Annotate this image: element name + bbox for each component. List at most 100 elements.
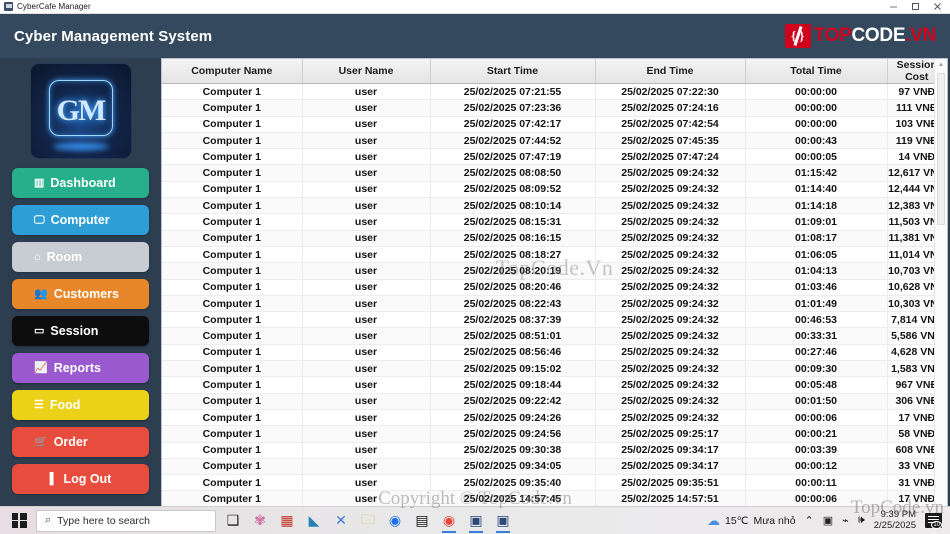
onedrive-icon[interactable]: ▣ [823, 514, 833, 527]
weather-description: Mưa nhỏ [753, 514, 796, 527]
table-row[interactable]: Computer 1 user 25/02/2025 08:56:46 25/02/2… [162, 344, 947, 362]
sidebar-item-food[interactable]: ☰ Food [12, 390, 149, 420]
table-row[interactable]: Computer 1 user 25/02/2025 08:10:14 25/02/2… [162, 197, 947, 215]
table-cell: 01:08:17 [745, 230, 888, 247]
table-row[interactable]: Computer 1 user 25/02/2025 08:20:19 25/02/2… [162, 262, 947, 280]
sessions-panel: Computer Name User Name Start Time End Time… [161, 58, 948, 520]
column-header-end-time[interactable]: End Time [595, 59, 746, 84]
table-cell: 00:00:43 [745, 132, 888, 150]
search-input[interactable]: ⌕ Type here to search [36, 509, 216, 532]
tray-expand-icon[interactable]: ⌃ [805, 514, 814, 527]
table-row[interactable]: Computer 1 user 25/02/2025 14:57:45 25/02/2… [162, 490, 947, 508]
table-cell: 25/02/2025 08:22:43 [430, 295, 596, 313]
column-header-computer-name[interactable]: Computer Name [162, 59, 303, 84]
brand-top: TOP [813, 25, 852, 46]
table-cell: 25/02/2025 07:47:24 [595, 148, 746, 166]
task-view-icon[interactable]: ❑ [222, 509, 244, 533]
table-row[interactable]: Computer 1 user 25/02/2025 08:16:15 25/02/2… [162, 230, 947, 247]
app-pink-icon[interactable]: ✾ [249, 509, 271, 533]
table-row[interactable]: Computer 1 user 25/02/2025 08:08:50 25/02/2… [162, 164, 947, 182]
table-row[interactable]: Computer 1 user 25/02/2025 07:23:36 25/02/2… [162, 99, 947, 117]
clock[interactable]: 9:39 PM 2/25/2025 [873, 509, 916, 532]
main-body: GM ▥ Dashboard 🖵 Computer ⌂ Room 👥 Customers ▭ Se… [0, 58, 950, 520]
close-button[interactable] [926, 0, 948, 14]
table-cell: user [302, 442, 431, 459]
table-cell: 00:00:12 [745, 458, 888, 476]
network-icon[interactable]: ⌁ [842, 514, 849, 527]
burger-icon: ☰ [34, 398, 44, 411]
app-tiles-icon[interactable]: ▦ [276, 509, 298, 533]
table-row[interactable]: Computer 1 user 25/02/2025 08:22:43 25/02/2… [162, 295, 947, 313]
sidebar-item-log-out[interactable]: ▌ Log Out [12, 464, 149, 494]
table-row[interactable]: Computer 1 user 25/02/2025 08:09:52 25/02/2… [162, 181, 947, 199]
table-scroll-area[interactable]: Computer Name User Name Start Time End Time… [162, 59, 947, 519]
table-row[interactable]: Computer 1 user 25/02/2025 08:37:39 25/02/2… [162, 311, 947, 329]
table-row[interactable]: Computer 1 user 25/02/2025 08:20:46 25/02/2… [162, 279, 947, 296]
table-cell: Computer 1 [162, 148, 303, 166]
table-row[interactable]: Computer 1 user 25/02/2025 09:15:02 25/02/2… [162, 360, 947, 378]
vertical-scrollbar[interactable]: ▲ ▼ [934, 59, 947, 519]
chrome-canary-icon[interactable]: ◉ [438, 509, 460, 533]
jetbrains-icon[interactable]: ▤ [411, 509, 433, 533]
sidebar-item-room[interactable]: ⌂ Room [12, 242, 149, 272]
table-cell: 25/02/2025 09:24:32 [595, 197, 746, 215]
table-cell: 25/02/2025 08:18:27 [430, 246, 596, 264]
clock-date: 2/25/2025 [873, 519, 916, 531]
notifications-icon[interactable]: 10 [925, 513, 942, 529]
scrollbar-thumb[interactable] [937, 73, 945, 225]
table-cell: user [302, 83, 431, 101]
table-row[interactable]: Computer 1 user 25/02/2025 09:24:26 25/02/2… [162, 409, 947, 427]
table-row[interactable]: Computer 1 user 25/02/2025 07:47:19 25/02/2… [162, 148, 947, 166]
app-window-two-icon[interactable]: ▣ [492, 509, 514, 533]
volume-icon[interactable]: 🕪 [858, 514, 865, 527]
table-row[interactable]: Computer 1 user 25/02/2025 07:21:55 25/02/2… [162, 83, 947, 101]
table-row[interactable]: Computer 1 user 25/02/2025 09:35:40 25/02/2… [162, 474, 947, 492]
table-cell: Computer 1 [162, 197, 303, 215]
app-book-icon[interactable]: ◣ [303, 509, 325, 533]
scroll-up-arrow-icon[interactable]: ▲ [935, 59, 947, 71]
table-cell: user [302, 230, 431, 247]
vs-code-icon[interactable]: ✕ [330, 509, 352, 533]
sidebar-item-session[interactable]: ▭ Session [12, 316, 149, 346]
table-cell: 25/02/2025 09:25:17 [595, 425, 746, 443]
table-cell: 25/02/2025 07:24:16 [595, 99, 746, 117]
weather-widget[interactable]: ☁ 15℃ Mưa nhỏ [707, 513, 796, 529]
sidebar-item-reports[interactable]: 📈 Reports [12, 353, 149, 383]
sidebar-item-order[interactable]: 🛒 Order [12, 427, 149, 457]
table-row[interactable]: Computer 1 user 25/02/2025 08:18:27 25/02/2… [162, 246, 947, 264]
file-explorer-icon[interactable]: 🗀 [357, 509, 379, 533]
sidebar-item-computer[interactable]: 🖵 Computer [12, 205, 149, 235]
table-cell: 25/02/2025 09:24:32 [595, 327, 746, 345]
table-cell: 00:33:31 [745, 327, 888, 345]
table-cell: 25/02/2025 09:35:40 [430, 474, 596, 492]
sidebar-item-customers[interactable]: 👥 Customers [12, 279, 149, 309]
sidebar-item-dashboard[interactable]: ▥ Dashboard [12, 168, 149, 198]
table-row[interactable]: Computer 1 user 25/02/2025 08:51:01 25/02/2… [162, 327, 947, 345]
column-header-start-time[interactable]: Start Time [430, 59, 596, 84]
chrome-icon[interactable]: ◉ [384, 509, 406, 533]
table-row[interactable]: Computer 1 user 25/02/2025 09:18:44 25/02/2… [162, 376, 947, 394]
table-cell: Computer 1 [162, 295, 303, 313]
table-row[interactable]: Computer 1 user 25/02/2025 08:15:31 25/02/2… [162, 213, 947, 231]
table-cell: 25/02/2025 09:34:17 [595, 442, 746, 459]
table-cell: Computer 1 [162, 83, 303, 101]
weather-temperature: 15℃ [725, 514, 749, 527]
table-row[interactable]: Computer 1 user 25/02/2025 07:42:17 25/02/2… [162, 116, 947, 133]
table-cell: Computer 1 [162, 213, 303, 231]
column-header-user-name[interactable]: User Name [302, 59, 431, 84]
table-row[interactable]: Computer 1 user 25/02/2025 09:22:42 25/02/2… [162, 393, 947, 410]
minimize-button[interactable] [882, 0, 904, 14]
table-cell: Computer 1 [162, 474, 303, 492]
maximize-button[interactable] [904, 0, 926, 14]
table-row[interactable]: Computer 1 user 25/02/2025 09:30:38 25/02/2… [162, 442, 947, 459]
table-row[interactable]: Computer 1 user 25/02/2025 09:34:05 25/02/2… [162, 458, 947, 476]
table-cell: Computer 1 [162, 230, 303, 247]
app-window-one-icon[interactable]: ▣ [465, 509, 487, 533]
table-row[interactable]: Computer 1 user 25/02/2025 09:24:56 25/02/2… [162, 425, 947, 443]
column-header-total-time[interactable]: Total Time [745, 59, 888, 84]
table-cell: 25/02/2025 08:56:46 [430, 344, 596, 362]
sidebar-item-label: Computer [50, 213, 110, 227]
table-row[interactable]: Computer 1 user 25/02/2025 07:44:52 25/02/2… [162, 132, 947, 150]
start-button[interactable] [4, 508, 34, 534]
table-cell: user [302, 425, 431, 443]
